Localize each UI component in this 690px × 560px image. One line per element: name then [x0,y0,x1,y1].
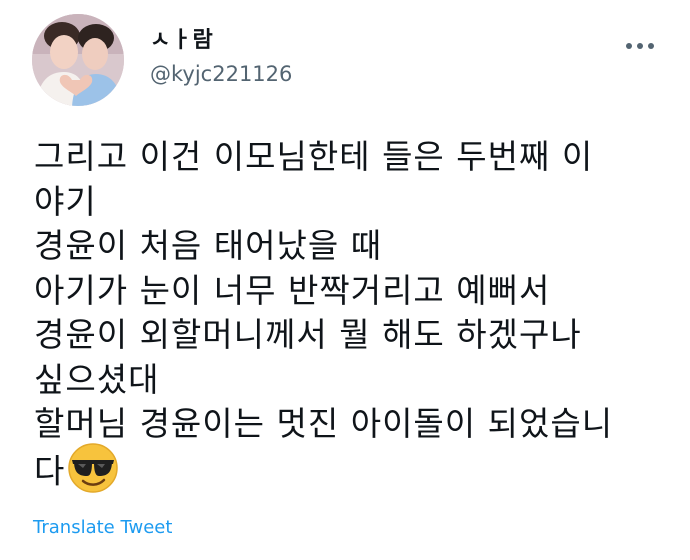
sunglasses-emoji-icon [68,442,119,493]
tweet-line: 야기 [34,181,97,221]
ellipsis-icon-dot [637,43,643,49]
tweet-line: 경윤이 외할머니께서 뭘 해도 하겠구나 [34,315,582,354]
display-name[interactable]: ㅅㅏ람 [150,22,214,54]
ellipsis-icon-dot [648,43,654,49]
tweet-line: 아기가 눈이 너무 반짝거리고 예뻐서 [34,270,551,310]
tweet-line: 싶으셨대 [34,359,160,399]
tweet-card: ㅅㅏ람 @kyjc221126 그리고 이건 이모님한테 들은 두번째 이 야기… [0,0,690,560]
ellipsis-icon [626,43,632,49]
user-handle[interactable]: @kyjc221126 [150,62,292,86]
translate-tweet-link[interactable]: Translate Tweet [33,517,172,538]
tweet-line: 그리고 이건 이모님한테 들은 두번째 이 [34,137,594,176]
tweet-text: 그리고 이건 이모님한테 들은 두번째 이 야기 경윤이 처음 태어났을 때 아… [34,135,674,493]
avatar[interactable] [32,14,124,106]
tweet-line: 경윤이 처음 태어났을 때 [34,226,383,265]
more-options-button[interactable] [618,36,662,56]
profile-photo-icon [32,14,124,106]
tweet-line-text: 다 [34,451,66,490]
tweet-line-last: 다 [34,442,674,493]
tweet-line: 할머님 경윤이는 멋진 아이돌이 되었습니 [34,404,614,443]
